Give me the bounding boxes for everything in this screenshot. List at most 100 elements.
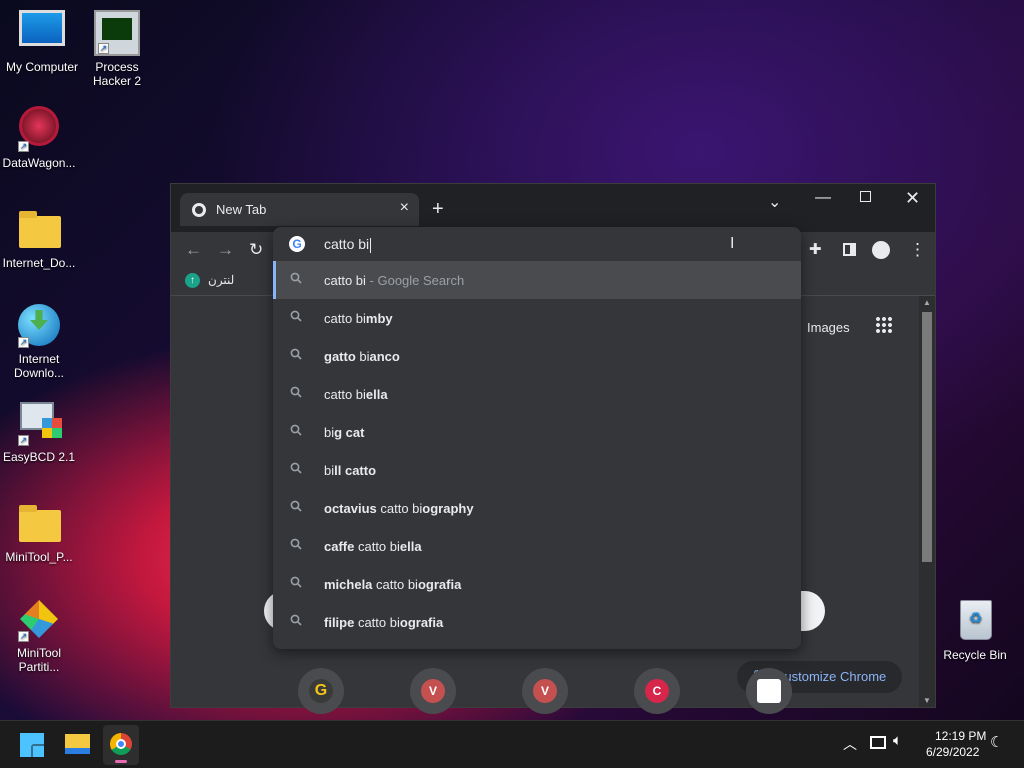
forward-icon[interactable]: → (217, 240, 234, 260)
new-tab-button[interactable]: + (432, 198, 444, 221)
desktop-icon-my-computer[interactable]: My Computer (0, 10, 84, 74)
suggestion-text-part: filipe (324, 615, 355, 630)
side-panel-icon[interactable] (843, 243, 856, 256)
desktop-icon-process-hacker[interactable]: ↗ Process Hacker 2 (75, 10, 159, 88)
images-link[interactable]: Images (807, 320, 850, 335)
desktop-icon-easybcd[interactable]: ↗ EasyBCD 2.1 (0, 400, 81, 464)
shortcut-tile[interactable]: G (298, 668, 344, 714)
search-icon (290, 462, 302, 474)
search-icon (290, 614, 302, 626)
omnibox[interactable]: G catto bi I (273, 227, 801, 261)
show-hidden-icons-chevron-icon[interactable]: ︿ (843, 734, 857, 754)
omnibox-suggestion[interactable]: catto bi - Google Search (273, 261, 801, 299)
easybcd-icon: ↗ (16, 400, 62, 446)
suggestion-text-part: ografia (399, 615, 444, 630)
suggestion-label: gatto bianco (324, 349, 400, 364)
suggestion-text-part: ella (365, 387, 388, 402)
desktop-icon-minitool-p[interactable]: MiniTool_P... (0, 500, 81, 564)
clock-time[interactable]: 12:19 PM (935, 729, 986, 743)
suggestion-label: caffe catto biella (324, 539, 422, 554)
menu-icon[interactable]: ⋮ (909, 240, 926, 260)
omnibox-suggestion[interactable]: big cat (273, 413, 801, 451)
close-window-button[interactable]: ✕ (905, 188, 920, 209)
file-explorer-icon[interactable] (65, 734, 90, 754)
suggestion-label: catto bi - Google Search (324, 273, 464, 288)
globe-download-icon: ↗ (16, 302, 62, 348)
omnibox-suggestion[interactable]: gatto bianco (273, 337, 801, 375)
google-logo-icon: G (289, 236, 305, 252)
omnibox-suggestion[interactable]: michela catto biografia (273, 565, 801, 603)
omnibox-dropdown: G catto bi I catto bi - Google Search cat… (273, 227, 801, 649)
start-button[interactable] (20, 733, 44, 757)
shortcut-letter: V (421, 679, 445, 703)
search-icon (290, 348, 302, 360)
desktop-icon-internet-do[interactable]: Internet_Do... (0, 206, 81, 270)
profile-icon[interactable] (872, 241, 890, 259)
apps-grid-icon[interactable] (875, 316, 893, 334)
scroll-down-arrow-icon[interactable]: ▼ (923, 696, 931, 705)
shortcut-arrow-icon: ↗ (18, 435, 29, 446)
scrollbar-thumb[interactable] (922, 312, 932, 562)
omnibox-suggestion[interactable]: filipe catto biografia (273, 603, 801, 641)
suggestion-text-part: ella (399, 539, 422, 554)
suggestion-text-part: catto bi (354, 615, 400, 630)
suggestion-text-part: bi (324, 425, 335, 440)
network-icon[interactable] (870, 736, 886, 749)
desktop-icon-minitool-partition[interactable]: ↗ MiniTool Partiti... (0, 596, 81, 674)
desktop-icon-label: Process Hacker 2 (92, 60, 142, 88)
chrome-taskbar-button[interactable] (103, 725, 139, 765)
omnibox-suggestion[interactable]: bill catto (273, 451, 801, 489)
suggestion-label: bill catto (324, 463, 376, 478)
desktop-icon-label: MiniTool_P... (5, 550, 73, 564)
extensions-icon[interactable]: ✚ (809, 240, 822, 258)
tab-search-icon[interactable]: ⌄ (768, 192, 781, 212)
desktop-icon-datawagon[interactable]: ↗ DataWagon... (0, 106, 81, 170)
back-icon[interactable]: ← (185, 240, 202, 260)
clock-date[interactable]: 6/29/2022 (926, 745, 979, 759)
scroll-up-arrow-icon[interactable]: ▲ (923, 298, 931, 307)
suggestion-text-part: michela (324, 577, 373, 592)
shortcut-tile[interactable] (746, 668, 792, 714)
shortcut-arrow-icon: ↗ (18, 337, 29, 348)
omnibox-suggestion[interactable]: octavius catto biography (273, 489, 801, 527)
omnibox-suggestion[interactable]: catto biella (273, 375, 801, 413)
omnibox-suggestion[interactable]: catto bimby (273, 299, 801, 337)
search-icon (290, 538, 302, 550)
bookmark-label: لنترن (208, 273, 235, 287)
desktop-icon-label: My Computer (5, 60, 79, 74)
close-tab-icon[interactable]: × (400, 199, 409, 217)
shortcut-tile[interactable]: C (634, 668, 680, 714)
shortcut-letter: C (645, 679, 669, 703)
search-icon (290, 576, 302, 588)
folder-icon (16, 206, 62, 252)
tab-new-tab[interactable]: New Tab × (180, 193, 419, 226)
suggestion-text-part: ografia (417, 577, 462, 592)
tab-strip: New Tab × + ⌄ — ✕ (171, 184, 935, 232)
omnibox-suggestion[interactable]: caffe catto biella (273, 527, 801, 565)
bookmark-item[interactable]: ↑ لنترن (185, 273, 235, 289)
maximize-button[interactable] (860, 191, 871, 202)
minitool-icon: ↗ (16, 596, 62, 642)
volume-icon[interactable]: 🔈︎ (893, 732, 902, 749)
shortcut-arrow-icon: ↗ (18, 631, 29, 642)
desktop-icon-label: DataWagon... (2, 156, 76, 170)
desktop-icon-recycle-bin[interactable]: ♻ Recycle Bin (933, 598, 1017, 662)
shortcut-arrow-icon: ↗ (98, 43, 109, 54)
suggestion-label: octavius catto biography (324, 501, 474, 516)
scrollbar[interactable]: ▲ ▼ (919, 296, 935, 707)
suggestion-text-part: caffe (324, 539, 355, 554)
suggestion-text-part: g cat (334, 425, 365, 440)
suggestion-label: big cat (324, 425, 364, 440)
search-icon (290, 424, 302, 436)
omnibox-input[interactable]: catto bi (324, 236, 371, 253)
shortcut-tile[interactable]: V (522, 668, 568, 714)
minimize-button[interactable]: — (815, 189, 831, 207)
reload-icon[interactable]: ↻ (249, 240, 263, 260)
suggestion-text-part: anco (369, 349, 400, 364)
desktop-icon-internet-download-manager[interactable]: ↗ Internet Downlo... (0, 302, 81, 380)
shortcut-tile[interactable]: V (410, 668, 456, 714)
suggestion-text-part: octavius (324, 501, 377, 516)
suggestion-text-part: - Google Search (365, 273, 465, 288)
process-hacker-icon: ↗ (94, 10, 140, 56)
focus-assist-moon-icon[interactable]: ☾ (990, 733, 1003, 751)
